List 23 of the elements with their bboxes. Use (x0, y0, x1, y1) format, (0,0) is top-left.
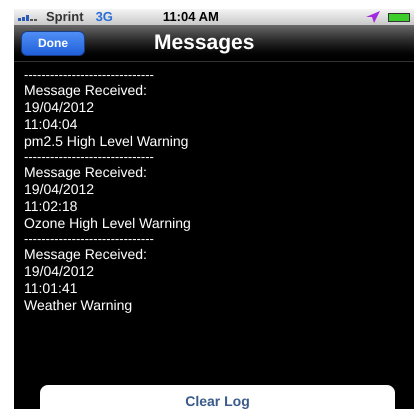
location-arrow-icon (366, 11, 380, 23)
log-message: pm2.5 High Level Warning (24, 133, 190, 150)
log-heading: Message Received: (24, 246, 148, 263)
network-type: 3G (96, 9, 113, 26)
log-time: 11:04:04 (24, 116, 78, 133)
log-message: Weather Warning (24, 297, 134, 314)
log-heading: Message Received: (24, 164, 148, 181)
log-time: 11:01:41 (24, 280, 78, 297)
carrier-name: Sprint (46, 9, 84, 26)
done-button[interactable]: Done (21, 30, 85, 56)
log-message: Ozone High Level Warning (24, 215, 192, 232)
log-time: 11:02:18 (24, 198, 78, 215)
log-date: 19/04/2012 (24, 99, 96, 116)
log-date: 19/04/2012 (24, 263, 96, 280)
clear-log-button[interactable]: Clear Log (40, 385, 395, 409)
screen-title: Messages (154, 30, 254, 56)
log-heading: Message Received: (24, 82, 148, 99)
separator-line: ------------------------------ (24, 68, 155, 82)
battery-icon (388, 12, 410, 22)
clock: 11:04 AM (162, 9, 219, 26)
separator-line: ------------------------------ (24, 232, 155, 246)
separator-line: ------------------------------ (24, 150, 155, 164)
log-date: 19/04/2012 (24, 181, 96, 198)
